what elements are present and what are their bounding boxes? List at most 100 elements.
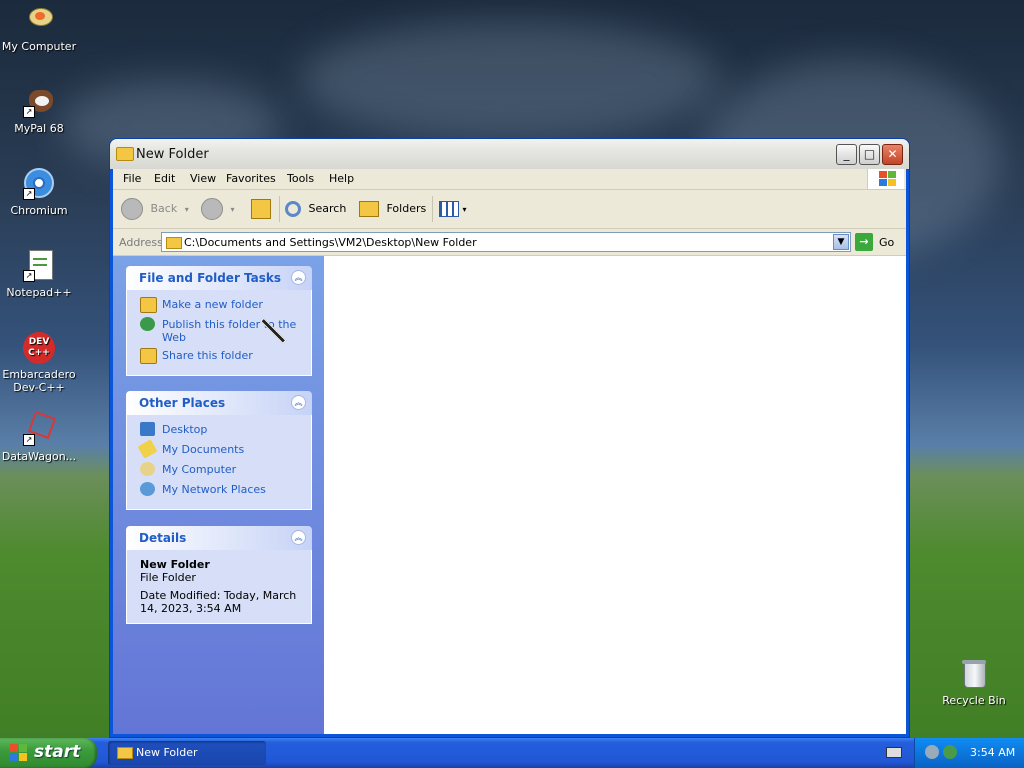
collapse-chevron-icon[interactable]: ︽ bbox=[291, 270, 306, 285]
windows-logo-icon bbox=[867, 169, 904, 189]
place-label: My Documents bbox=[162, 443, 245, 456]
panel-header[interactable]: Details ︽ bbox=[126, 526, 312, 550]
desktop-icon-label: Embarcadero Dev-C++ bbox=[2, 368, 76, 394]
place-my-network[interactable]: My Network Places bbox=[127, 481, 311, 501]
desktop-icon-label: DataWagon... bbox=[1, 450, 77, 463]
panel-file-folder-tasks: File and Folder Tasks ︽ Make a new folde… bbox=[126, 266, 312, 376]
sky-cloud bbox=[300, 20, 720, 140]
menu-help[interactable]: Help bbox=[329, 172, 354, 185]
toolbar-separator bbox=[432, 196, 433, 222]
desktop-icon-notepadpp[interactable]: ↗ Notepad++ bbox=[0, 250, 78, 299]
panel-title: Details bbox=[139, 531, 187, 545]
panel-header[interactable]: File and Folder Tasks ︽ bbox=[126, 266, 312, 290]
desktop-icon bbox=[140, 422, 155, 436]
my-computer-icon bbox=[140, 462, 155, 476]
my-documents-icon bbox=[137, 439, 158, 459]
forward-button[interactable]: ▾ bbox=[201, 198, 235, 220]
panel-body: Desktop My Documents My Computer My Netw… bbox=[126, 415, 312, 510]
taskbar-button-label: New Folder bbox=[136, 746, 198, 759]
panel-body: Make a new folder Publish this folder to… bbox=[126, 290, 312, 376]
content-area: File and Folder Tasks ︽ Make a new folde… bbox=[113, 256, 906, 734]
shortcut-arrow-icon: ↗ bbox=[23, 106, 35, 118]
my-computer-icon bbox=[23, 4, 55, 36]
back-button[interactable]: Back ▾ bbox=[121, 198, 189, 220]
address-label: Address bbox=[119, 236, 163, 249]
shortcut-arrow-icon: ↗ bbox=[23, 270, 35, 282]
task-pane: File and Folder Tasks ︽ Make a new folde… bbox=[113, 256, 324, 734]
mypal-icon: ↗ bbox=[23, 86, 55, 118]
clock[interactable]: 3:54 AM bbox=[970, 746, 1015, 759]
place-my-documents[interactable]: My Documents bbox=[127, 439, 311, 461]
menu-view[interactable]: View bbox=[190, 172, 216, 185]
close-button[interactable]: ✕ bbox=[882, 144, 903, 165]
desktop-icon-mypal[interactable]: ↗ MyPal 68 bbox=[0, 86, 78, 135]
publish-web-icon bbox=[140, 317, 155, 331]
tray-icon[interactable] bbox=[925, 745, 939, 759]
windows-logo-icon bbox=[10, 744, 28, 762]
desktop-icon-label: MyPal 68 bbox=[14, 122, 64, 135]
address-input[interactable]: C:\Documents and Settings\VM2\Desktop\Ne… bbox=[161, 232, 851, 252]
toolbar-separator bbox=[279, 196, 280, 222]
back-label: Back bbox=[150, 202, 178, 215]
taskbar-button-new-folder[interactable]: New Folder bbox=[108, 741, 266, 765]
desktop-icon-recycle-bin[interactable]: Recycle Bin bbox=[935, 658, 1013, 707]
search-button[interactable]: Search bbox=[285, 198, 346, 220]
task-make-new-folder[interactable]: Make a new folder bbox=[127, 296, 311, 316]
search-label: Search bbox=[308, 202, 347, 215]
keyboard-icon[interactable] bbox=[886, 747, 902, 758]
desktop-icon-my-computer[interactable]: My Computer bbox=[0, 4, 78, 53]
place-my-computer[interactable]: My Computer bbox=[127, 461, 311, 481]
desktop-icon-label: Recycle Bin bbox=[942, 694, 1006, 707]
task-label: Make a new folder bbox=[162, 298, 263, 311]
collapse-chevron-icon[interactable]: ︽ bbox=[291, 395, 306, 410]
desktop-icon-datawagon[interactable]: ↗ DataWagon... bbox=[0, 410, 78, 463]
title-bar[interactable]: New Folder _ □ ✕ bbox=[110, 139, 909, 169]
folder-icon bbox=[116, 147, 134, 161]
start-label: start bbox=[34, 742, 81, 762]
menu-file[interactable]: File bbox=[123, 172, 141, 185]
network-places-icon bbox=[140, 482, 155, 496]
minimize-button[interactable]: _ bbox=[836, 144, 857, 165]
panel-header[interactable]: Other Places ︽ bbox=[126, 391, 312, 415]
back-arrow-icon bbox=[121, 198, 143, 220]
address-dropdown-button[interactable]: ▼ bbox=[833, 234, 849, 250]
desktop-icon-label: Chromium bbox=[10, 204, 68, 217]
go-button[interactable]: → Go bbox=[855, 233, 905, 251]
chevron-down-icon: ▾ bbox=[184, 205, 189, 214]
task-share-folder[interactable]: Share this folder bbox=[127, 347, 311, 367]
file-list-area[interactable] bbox=[324, 256, 906, 734]
desktop-icon-chromium[interactable]: ↗ Chromium bbox=[0, 168, 78, 217]
go-arrow-icon: → bbox=[855, 233, 873, 251]
taskbar: start New Folder 3:54 AM bbox=[0, 738, 1024, 768]
menu-tools[interactable]: Tools bbox=[287, 172, 314, 185]
place-label: My Computer bbox=[162, 463, 237, 476]
desktop-icon-label: My Computer bbox=[1, 40, 77, 53]
collapse-chevron-icon[interactable]: ︽ bbox=[291, 530, 306, 545]
menu-favorites[interactable]: Favorites bbox=[226, 172, 276, 185]
place-label: Desktop bbox=[162, 423, 208, 436]
menu-edit[interactable]: Edit bbox=[154, 172, 175, 185]
folder-up-icon bbox=[251, 199, 271, 219]
panel-title: File and Folder Tasks bbox=[139, 271, 282, 285]
details-item-name: New Folder bbox=[140, 558, 210, 571]
notepadpp-icon: ↗ bbox=[23, 250, 55, 282]
chevron-down-icon: ▾ bbox=[230, 205, 235, 214]
address-bar: Address C:\Documents and Settings\VM2\De… bbox=[113, 229, 906, 256]
panel-details: Details ︽ New Folder File Folder Date Mo… bbox=[126, 526, 312, 624]
network-tray-icon[interactable] bbox=[943, 745, 957, 759]
views-button[interactable]: ▾ bbox=[439, 198, 467, 220]
place-desktop[interactable]: Desktop bbox=[127, 421, 311, 441]
start-button[interactable]: start bbox=[0, 738, 97, 768]
address-value: C:\Documents and Settings\VM2\Desktop\Ne… bbox=[184, 236, 477, 249]
system-tray: 3:54 AM bbox=[914, 738, 1024, 768]
views-icon bbox=[439, 201, 459, 217]
up-button[interactable] bbox=[251, 198, 271, 220]
folders-button[interactable]: Folders bbox=[359, 198, 426, 220]
place-label: My Network Places bbox=[162, 483, 266, 496]
recycle-bin-icon bbox=[958, 658, 990, 690]
panel-other-places: Other Places ︽ Desktop My Documents My C… bbox=[126, 391, 312, 510]
desktop-icon-devcpp[interactable]: DEV C++ Embarcadero Dev-C++ bbox=[0, 332, 78, 394]
panel-title: Other Places bbox=[139, 396, 226, 410]
forward-arrow-icon bbox=[201, 198, 223, 220]
maximize-button[interactable]: □ bbox=[859, 144, 880, 165]
